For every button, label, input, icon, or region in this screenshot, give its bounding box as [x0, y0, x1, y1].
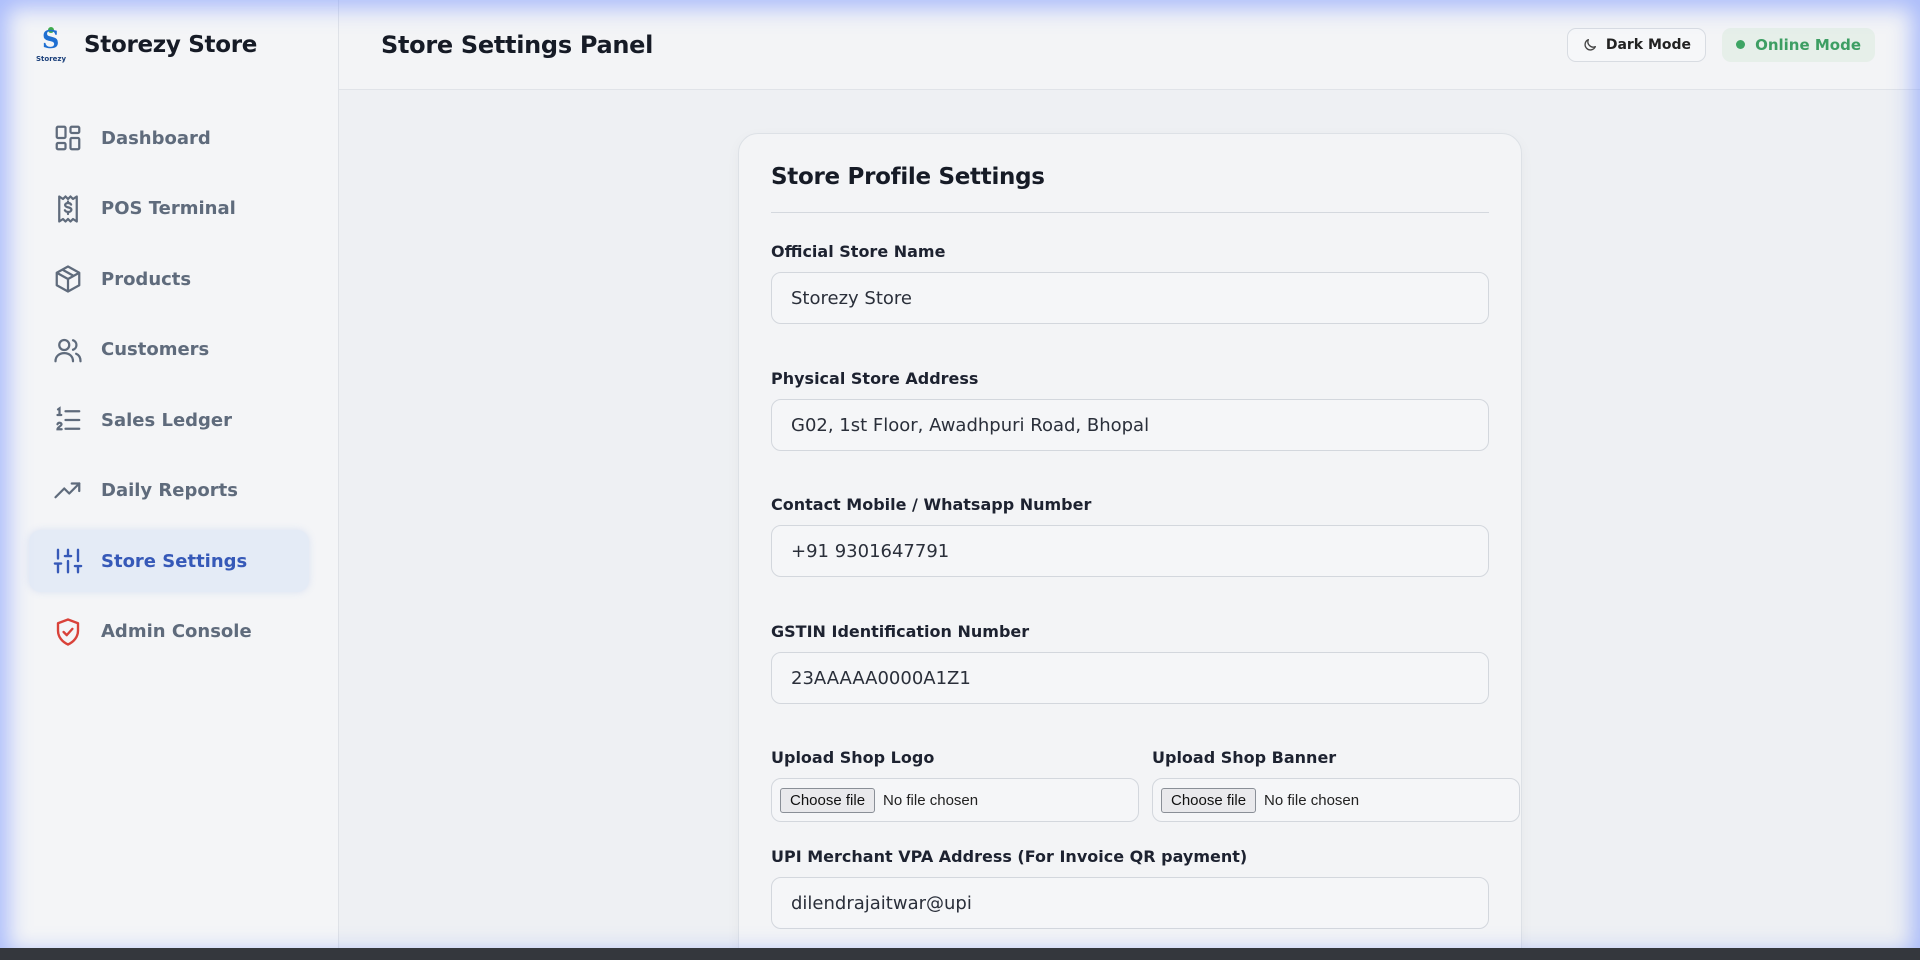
top-bar: Store Settings Panel Dark Mode Online Mo…	[339, 0, 1920, 90]
main-content: Store Settings Panel Dark Mode Online Mo…	[339, 0, 1920, 960]
phone-input[interactable]: +91 9301647791	[771, 525, 1489, 577]
bottom-bar	[0, 948, 1920, 960]
banner-file-status: No file chosen	[1264, 791, 1360, 809]
page-title: Store Settings Panel	[381, 30, 654, 59]
sidebar-item-label: Products	[101, 268, 192, 290]
sidebar-item-label: Sales Ledger	[101, 409, 233, 431]
sidebar-item-products[interactable]: Products	[29, 248, 309, 310]
uploads-row: Upload Shop Logo Choose file No file cho…	[771, 748, 1520, 822]
shield-check-icon	[56, 617, 80, 646]
store-name-group: Official Store Name Storezy Store	[771, 242, 1489, 324]
choose-logo-button[interactable]: Choose file	[780, 787, 876, 813]
users-icon	[54, 338, 82, 362]
sidebar-item-daily-reports[interactable]: Daily Reports	[29, 460, 309, 522]
sidebar-item-customers[interactable]: Customers	[29, 319, 309, 381]
storezy-logo: S Storezy	[36, 25, 67, 63]
online-status-dot	[1736, 40, 1746, 49]
dashboard-icon	[55, 125, 81, 151]
address-group: Physical Store Address G02, 1st Floor, A…	[771, 369, 1489, 451]
app-window: S Storezy Storezy Store Dashboard POS Te…	[0, 0, 1920, 960]
address-input[interactable]: G02, 1st Floor, Awadhpuri Road, Bhopal	[771, 399, 1489, 451]
sidebar-item-label: POS Terminal	[101, 198, 236, 219]
sidebar-item-label: Customers	[101, 339, 210, 360]
dark-mode-label: Dark Mode	[1605, 36, 1692, 53]
sidebar-item-label: Store Settings	[101, 550, 248, 572]
banner-file-input[interactable]: Choose file No file chosen	[1152, 778, 1520, 822]
store-name-input[interactable]: Storezy Store	[771, 272, 1489, 324]
store-profile-card: Store Profile Settings Official Store Na…	[738, 133, 1522, 960]
top-actions: Dark Mode Online Mode	[1566, 27, 1875, 62]
sidebar: S Storezy Storezy Store Dashboard POS Te…	[0, 0, 339, 960]
moon-icon	[1584, 38, 1596, 51]
gstin-label: GSTIN Identification Number	[771, 622, 1030, 641]
sidebar-item-pos-terminal[interactable]: POS Terminal	[29, 178, 309, 240]
sidebar-item-dashboard[interactable]: Dashboard	[29, 107, 309, 169]
dark-mode-button[interactable]: Dark Mode	[1566, 27, 1707, 62]
trending-up-icon	[54, 481, 81, 498]
sliders-icon	[53, 548, 83, 574]
phone-group: Contact Mobile / Whatsapp Number +91 930…	[771, 495, 1489, 577]
numbered-list-icon	[56, 406, 81, 431]
sidebar-item-label: Admin Console	[101, 621, 252, 642]
phone-label: Contact Mobile / Whatsapp Number	[771, 495, 1092, 514]
gstin-group: GSTIN Identification Number 23AAAAA0000A…	[771, 622, 1489, 704]
upi-label: UPI Merchant VPA Address (For Invoice QR…	[771, 847, 1248, 866]
online-mode-badge[interactable]: Online Mode	[1722, 27, 1875, 62]
online-mode-label: Online Mode	[1755, 35, 1861, 54]
sidebar-item-sales-ledger[interactable]: Sales Ledger	[29, 389, 309, 451]
gstin-input[interactable]: 23AAAAA0000A1Z1	[771, 652, 1489, 704]
card-title: Store Profile Settings	[771, 164, 1045, 190]
logo-file-input[interactable]: Choose file No file chosen	[771, 778, 1139, 822]
upi-group: UPI Merchant VPA Address (For Invoice QR…	[771, 847, 1489, 929]
address-label: Physical Store Address	[771, 369, 979, 388]
choose-banner-button[interactable]: Choose file	[1161, 787, 1257, 813]
sidebar-item-admin-console[interactable]: Admin Console	[29, 601, 309, 663]
banner-upload-group: Upload Shop Banner Choose file No file c…	[1152, 748, 1520, 822]
sidebar-item-store-settings[interactable]: Store Settings	[29, 530, 309, 592]
sidebar-nav: Dashboard POS Terminal Products Customer…	[0, 107, 338, 663]
banner-upload-label: Upload Shop Banner	[1152, 748, 1337, 767]
logo-upload-label: Upload Shop Logo	[771, 748, 935, 767]
brand[interactable]: S Storezy Storezy Store	[0, 0, 338, 90]
receipt-dollar-icon	[58, 194, 78, 223]
card-divider	[771, 212, 1489, 213]
sidebar-item-label: Daily Reports	[101, 480, 238, 501]
store-name-label: Official Store Name	[771, 242, 946, 261]
upi-input[interactable]: dilendrajaitwar@upi	[771, 877, 1489, 929]
logo-upload-group: Upload Shop Logo Choose file No file cho…	[771, 748, 1139, 822]
sidebar-item-label: Dashboard	[101, 127, 211, 149]
brand-name: Storezy Store	[84, 32, 258, 58]
logo-file-status: No file chosen	[883, 791, 979, 809]
box-icon	[55, 265, 81, 293]
